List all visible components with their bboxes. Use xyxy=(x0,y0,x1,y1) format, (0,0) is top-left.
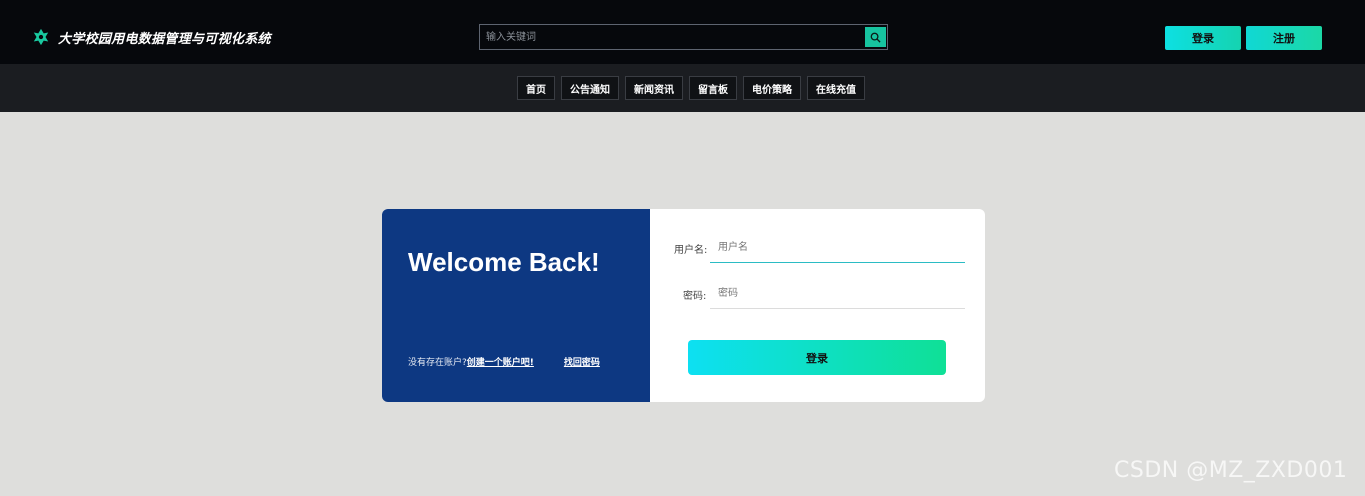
password-field[interactable] xyxy=(710,279,965,309)
nav-item-message-board[interactable]: 留言板 xyxy=(689,76,737,100)
search-icon xyxy=(870,32,881,43)
leaf-icon xyxy=(33,28,49,46)
welcome-panel: Welcome Back! 没有存在账户? 创建一个账户吧! 找回密码 xyxy=(382,209,650,402)
nav-item-announcements[interactable]: 公告通知 xyxy=(561,76,619,100)
account-links: 没有存在账户? 创建一个账户吧! 找回密码 xyxy=(408,355,600,368)
welcome-heading: Welcome Back! xyxy=(408,247,600,277)
nav-menu: 首页 公告通知 新闻资讯 留言板 电价策略 在线充值 xyxy=(517,76,865,100)
nav-item-online-recharge[interactable]: 在线充值 xyxy=(807,76,865,100)
login-form: 用户名: 密码: 登录 xyxy=(650,209,985,402)
nav-item-news[interactable]: 新闻资讯 xyxy=(625,76,683,100)
search-button[interactable] xyxy=(865,27,886,47)
top-header: 大学校园用电数据管理与可视化系统 登录 注册 xyxy=(0,0,1365,64)
brand: 大学校园用电数据管理与可视化系统 xyxy=(32,26,271,48)
no-account-text: 没有存在账户? xyxy=(408,358,467,368)
username-label: 用户名: xyxy=(674,245,708,256)
forgot-password-link[interactable]: 找回密码 xyxy=(564,355,600,368)
nav-item-home[interactable]: 首页 xyxy=(517,76,555,100)
create-account-link[interactable]: 创建一个账户吧! xyxy=(467,355,534,368)
search-bar xyxy=(479,24,888,50)
site-title: 大学校园用电数据管理与可视化系统 xyxy=(58,31,271,47)
password-label: 密码: xyxy=(683,291,707,302)
header-login-button[interactable]: 登录 xyxy=(1165,26,1241,50)
header-register-button[interactable]: 注册 xyxy=(1246,26,1322,50)
username-field[interactable] xyxy=(710,233,965,263)
nav-item-price-strategy[interactable]: 电价策略 xyxy=(743,76,801,100)
search-input[interactable] xyxy=(480,25,862,49)
login-card: Welcome Back! 没有存在账户? 创建一个账户吧! 找回密码 用户名:… xyxy=(382,209,985,402)
watermark: CSDN @MZ_ZXD001 xyxy=(1114,458,1348,483)
login-submit-button[interactable]: 登录 xyxy=(688,340,946,375)
